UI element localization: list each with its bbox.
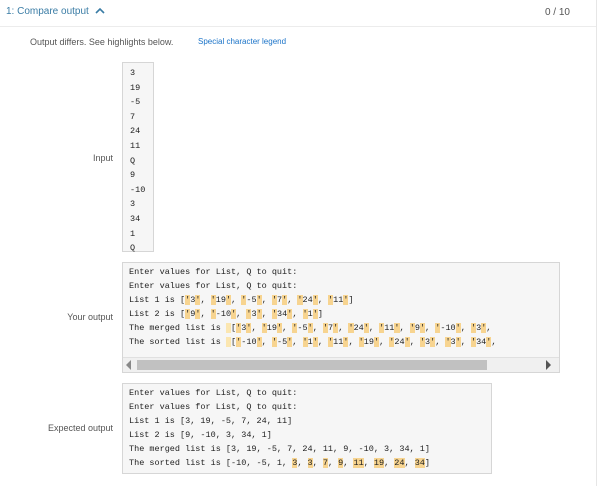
input-line: 11 (130, 140, 141, 151)
your-output-line: Enter values for List, Q to quit: (129, 267, 298, 277)
input-line: 7 (130, 111, 136, 122)
expected-output-line: List 2 is [9, -10, 3, 34, 1] (129, 430, 272, 440)
input-label: Input (92, 153, 113, 163)
input-line: 3 (130, 68, 136, 78)
score-text: 0 / 10 (544, 7, 570, 18)
your-output-line: List 2 is ['9', '-10', '3', '34', '1'] (129, 309, 323, 319)
expected-output-line: Enter values for List, Q to quit: (129, 388, 298, 398)
expected-output-box: Enter values for List, Q to quit: Enter v… (122, 383, 492, 474)
section-header[interactable]: 1: Compare output 0 / 10 (0, 0, 607, 26)
expected-output-line: The merged list is [3, 19, -5, 7, 24, 11… (129, 444, 430, 454)
input-line: 24 (130, 126, 141, 137)
input-line: -5 (130, 97, 141, 108)
horizontal-scrollbar[interactable] (123, 357, 559, 372)
input-line: 34 (130, 213, 141, 224)
input-line: -10 (130, 184, 146, 195)
your-output-label: Your output (67, 312, 113, 322)
scroll-left-icon[interactable] (126, 360, 131, 370)
header-divider (0, 26, 596, 27)
input-line: Q (130, 155, 136, 166)
input-box: 3 19 -5 7 24 11 Q 9 -10 3 34 1 Q (122, 62, 154, 253)
your-output-line: Enter values for List, Q to quit: (129, 281, 298, 291)
input-line: 1 (130, 228, 136, 239)
diff-message: Output differs. See highlights below. (30, 37, 174, 47)
expected-output-line: The sorted list is [-10, -5, 1, 3, 3, 7,… (129, 458, 431, 468)
your-output-line: The sorted list is ['-10', '-5', '1', '1… (129, 337, 497, 347)
your-output-line: List 1 is ['3', '19', '-5', '7', '24', '… (129, 295, 354, 305)
right-border (596, 0, 597, 486)
scroll-right-icon[interactable] (546, 360, 551, 370)
input-line: 9 (130, 170, 136, 181)
expected-output-line: Enter values for List, Q to quit: (129, 402, 298, 412)
your-output-box[interactable]: Enter values for List, Q to quit: Enter v… (122, 262, 560, 373)
special-character-legend-link[interactable]: Special character legend (198, 37, 286, 46)
your-output-line: The merged list is ['3', '19', '-5', '7'… (129, 323, 492, 333)
chevron-up-icon[interactable] (94, 5, 106, 17)
expected-output-line: List 1 is [3, 19, -5, 7, 24, 11] (129, 416, 293, 426)
scrollbar-thumb[interactable] (137, 360, 487, 370)
input-line: Q (130, 243, 136, 254)
expected-output-label: Expected output (47, 423, 113, 433)
input-line: 3 (130, 199, 136, 210)
input-line: 19 (130, 82, 141, 93)
section-title[interactable]: 1: Compare output (6, 6, 89, 17)
